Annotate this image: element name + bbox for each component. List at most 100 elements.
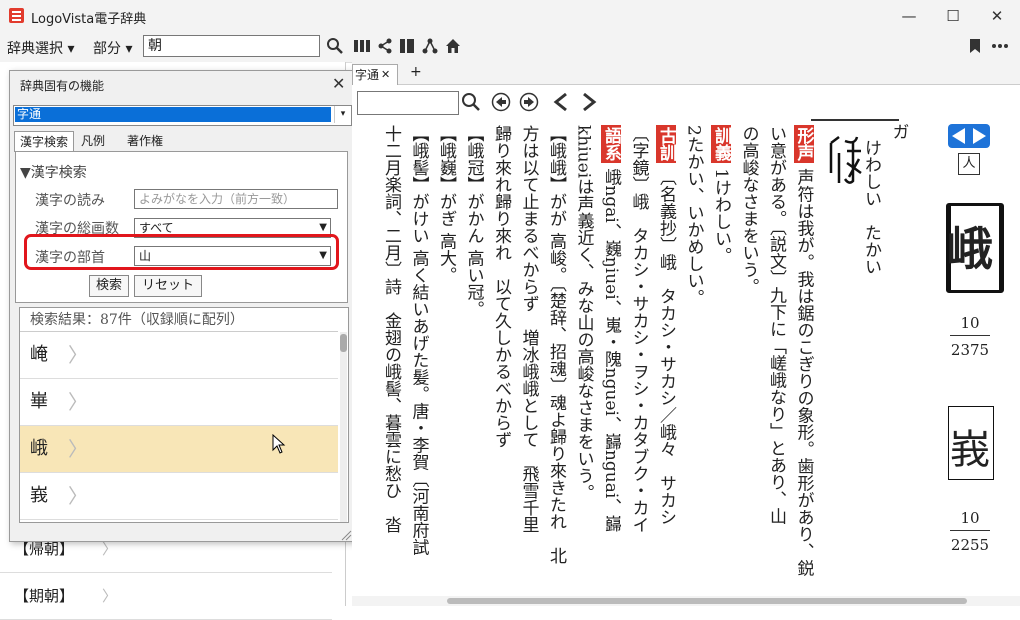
reading-input[interactable]: よみがなを入力（前方一致） (134, 189, 338, 209)
search-input[interactable]: 朝 (143, 35, 320, 57)
variant-stroke-count: 10 (960, 509, 980, 527)
find-in-page-input[interactable] (357, 91, 459, 115)
stroke-count: 10 (960, 314, 980, 332)
search-results-list: 検索結果：87件（収録順に配列） 崦 〉 崋 〉 峨 〉 峩 〉 (19, 307, 349, 523)
chevron-right-icon: 〉 (68, 390, 88, 414)
mouse-cursor-icon (272, 434, 286, 454)
tab-legend[interactable]: 凡例 (76, 131, 110, 151)
tab-copyright[interactable]: 著作権 (122, 131, 168, 151)
app-logo-icon (9, 8, 24, 23)
dictionary-select-button[interactable]: 辞典選択 ▾ (7, 38, 74, 58)
document-tab-bar: 字通 ✕ + (352, 62, 1020, 85)
share-icon[interactable] (375, 36, 395, 56)
entry-text-column: 2たかい、いかめしい。 (683, 125, 704, 306)
fraction-line (950, 530, 990, 531)
headword-kanji: 峨 (947, 222, 993, 276)
reset-button[interactable]: リセット (134, 275, 202, 297)
chevron-right-icon: 〉 (68, 343, 88, 367)
variant-kanji: 峩 (950, 427, 990, 473)
seal-script-glyph (827, 133, 863, 194)
entry-text-column: 方は以て止まるべからず 増冰峨峨として 飛雪千里 (518, 125, 539, 533)
result-kanji: 峨 (30, 438, 48, 459)
dictionary-dropdown[interactable]: 字通 ▾ (13, 105, 352, 126)
tree-icon[interactable] (420, 36, 440, 56)
result-kanji: 峩 (30, 485, 48, 506)
entry-text-column: 形声 声符は我が。我は鋸のこぎりの象形。歯形があり、鋭 (793, 125, 814, 577)
dictionary-dropdown-value: 字通 (15, 107, 331, 122)
panel-title: 辞典固有の機能 (20, 79, 105, 93)
kanji-search-group: ▼漢字検索 漢字の読み よみがなを入力（前方一致） 漢字の総画数 すべて ▼ 漢… (15, 151, 348, 303)
result-item[interactable]: 崋 〉 (20, 379, 338, 426)
library-icon[interactable] (352, 36, 372, 56)
entry-text-column: 古訓 〔名義抄〕峨 タカシ・サカシ／峨々 サカシ (656, 125, 676, 526)
search-icon[interactable] (325, 36, 345, 56)
kanji-code: 2375 (950, 341, 990, 359)
entry-text-column: 歸り來れ歸り來れ 以て久しかるべからず (491, 125, 511, 448)
content-horizontal-scrollbar[interactable] (352, 596, 1020, 606)
home-icon[interactable] (443, 36, 463, 56)
back-circle-icon[interactable] (490, 91, 512, 113)
window-title: LogoVista電子辞典 (31, 12, 147, 27)
entry-heading-column: 人 峨 10 2375 峩 10 2255 (930, 119, 1010, 596)
content-nav-bar (352, 85, 1020, 119)
more-options-icon[interactable] (990, 36, 1010, 56)
entry-text-column: けわしい たかい (861, 139, 881, 275)
result-kanji: 崋 (30, 391, 48, 412)
entry-text-column: 【峨冠】がかん 高い冠。 (463, 125, 484, 318)
dictionary-entry-content: ガけわしい たかい 形声 声符は我が。我は鋸のこぎりの象形。歯形があり、鋭 い意があ… (352, 119, 1020, 596)
list-item[interactable]: 【期朝】 〉 (0, 573, 332, 620)
panel-close-button[interactable]: ✕ (332, 74, 345, 93)
entry-text-column: ガ (888, 123, 909, 140)
add-tab-button[interactable]: + (410, 64, 422, 80)
group-title[interactable]: ▼漢字検索 (20, 162, 87, 182)
tab-label: 字通 (355, 68, 380, 82)
minimize-button[interactable]: — (886, 0, 932, 32)
forward-circle-icon[interactable] (518, 91, 540, 113)
entry-text-column: い意がある。〔説文〕九下に「嵯峨なり」とあり、山 (766, 125, 786, 525)
dropdown-arrow-icon: ▾ (334, 106, 351, 123)
strokes-select-value: すべて (139, 221, 174, 235)
find-icon[interactable] (460, 91, 482, 113)
entry-text-column: 訓義 1けわしい。 (711, 125, 731, 265)
close-button[interactable]: ✕ (974, 0, 1020, 32)
chevron-right-icon: 〉 (68, 484, 88, 508)
bookmark-icon[interactable] (965, 36, 985, 56)
search-button[interactable]: 検索 (89, 275, 129, 297)
entry-text-column: 【峨巍】がぎ 高大。 (436, 125, 456, 284)
tab-document[interactable]: 字通 ✕ (352, 64, 398, 85)
close-tab-icon[interactable]: ✕ (381, 65, 390, 85)
entry-text-column: の高峻なさまをいう。 (738, 125, 759, 295)
resize-grip-icon[interactable] (340, 529, 352, 541)
prev-next-kanji-icon[interactable] (948, 124, 990, 148)
maximize-button[interactable]: ☐ (930, 0, 976, 32)
fraction-line (950, 335, 990, 336)
entry-text-column: 語系 峨ngai、巍ŋiuəi、嵬・隗nguəi、巋nguai、巋 (601, 125, 621, 533)
tab-kanji-search[interactable]: 漢字検索 (14, 131, 75, 152)
chevron-right-icon: 〉 (68, 437, 88, 461)
result-item-selected[interactable]: 峨 〉 (20, 426, 338, 473)
entry-text-column: 〔字鏡〕峨 タカシ・サカシ・ヲシ・カタブク・カイ (628, 125, 649, 533)
column-rule (811, 119, 899, 121)
entry-text-column: khiuəiは声義近く、みな山の高峻なさまをいう。 (573, 125, 594, 502)
entry-text-column: 十二月楽詞、二月〕詩 金翅の峨髻、暮雲に愁ひ 沓 (381, 125, 401, 533)
result-item[interactable]: 峩 〉 (20, 473, 338, 520)
radical-highlight-box (24, 234, 339, 270)
result-kanji: 崦 (30, 344, 48, 365)
title-bar (0, 0, 1020, 32)
result-item[interactable]: 崦 〉 (20, 332, 338, 379)
reading-label: 漢字の読み (35, 193, 105, 209)
scrollbar-thumb[interactable] (447, 598, 967, 604)
list-item-label: 【期朝】 (14, 587, 75, 605)
next-entry-icon[interactable] (578, 91, 600, 113)
scrollbar-thumb[interactable] (340, 334, 347, 352)
book-icon[interactable] (397, 36, 417, 56)
previous-entry-icon[interactable] (550, 91, 572, 113)
entry-text-column: 【峨峨】がが 高峻。〔楚辞、招魂〕魂よ歸り來きたれ 北 (546, 125, 566, 564)
results-header: 検索結果：87件（収録順に配列） (20, 308, 338, 332)
variant-kanji-code: 2255 (950, 536, 990, 554)
results-scrollbar[interactable] (340, 332, 347, 522)
part-select-button[interactable]: 部分 ▾ (93, 38, 132, 58)
entry-text-column: 【峨髻】がけい 高く結いあげた髪。唐・李賀〔河南府試 (408, 125, 429, 556)
radical-badge: 人 (958, 153, 980, 175)
chevron-right-icon: 〉 (102, 587, 118, 605)
